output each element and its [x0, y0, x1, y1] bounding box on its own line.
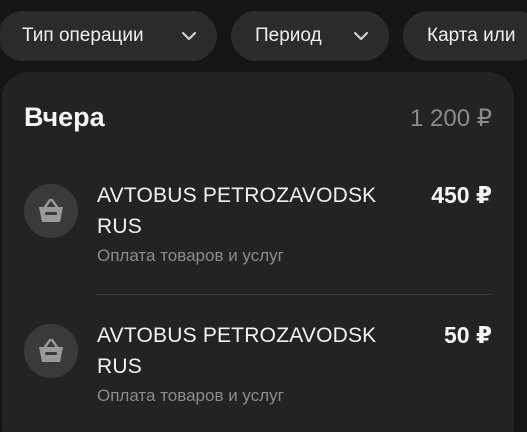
shopping-basket-icon	[24, 184, 78, 238]
transaction-amount: 50 ₽	[444, 322, 492, 348]
day-operations-card: Вчера 1 200 ₽ AVTOBUS PETROZAVODSK RUS О…	[2, 72, 514, 432]
operations-screen: Тип операции Период Карта или Вчера 1 20…	[0, 0, 527, 432]
day-total: 1 200 ₽	[410, 105, 492, 132]
transaction-category: Оплата товаров и услуг	[97, 386, 284, 405]
chevron-down-icon	[351, 26, 371, 46]
transaction-category: Оплата товаров и услуг	[97, 246, 284, 265]
filter-operation-type[interactable]: Тип операции	[0, 11, 217, 61]
filter-label: Тип операции	[22, 25, 144, 46]
filter-card-or-account[interactable]: Карта или	[403, 11, 527, 61]
day-header: Вчера 1 200 ₽	[24, 102, 492, 133]
filter-period[interactable]: Период	[231, 11, 389, 61]
day-title: Вчера	[24, 102, 105, 132]
transaction-amount: 450 ₽	[431, 182, 492, 208]
transaction-merchant: AVTOBUS PETROZAVODSK RUS	[97, 184, 377, 238]
filter-label: Период	[255, 25, 322, 46]
transaction-merchant: AVTOBUS PETROZAVODSK RUS	[97, 324, 377, 378]
filter-chips: Тип операции Период Карта или	[0, 11, 527, 61]
shopping-basket-icon	[24, 324, 78, 378]
chevron-down-icon	[179, 26, 199, 46]
divider	[97, 294, 492, 295]
filter-label: Карта или	[427, 25, 516, 46]
